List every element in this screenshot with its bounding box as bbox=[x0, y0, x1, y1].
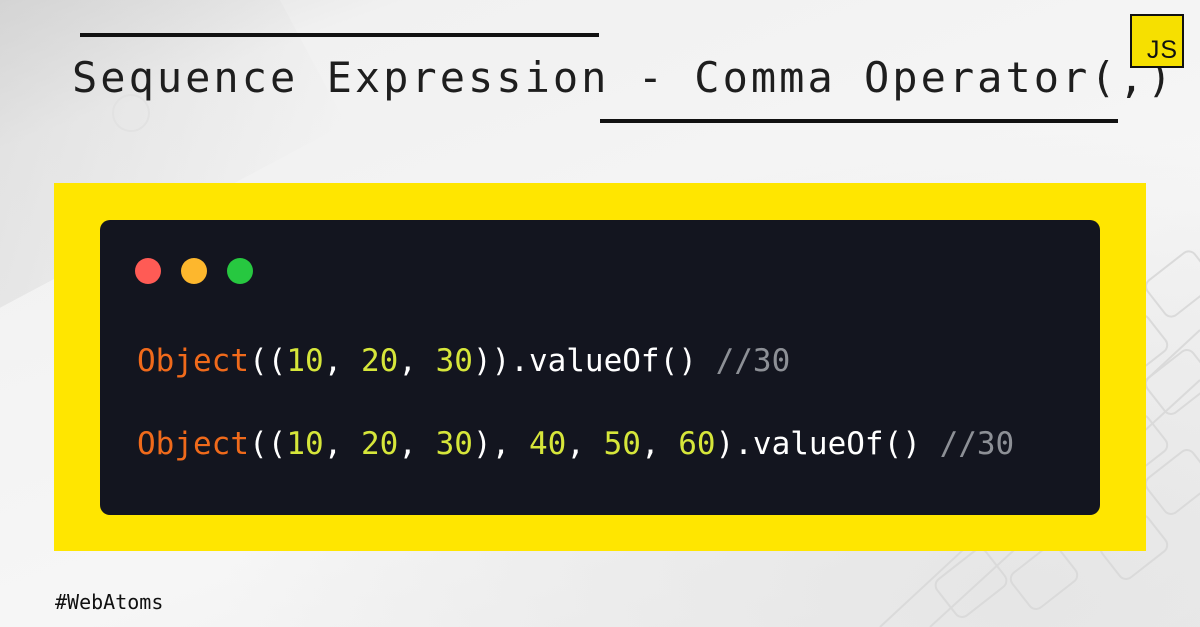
code-punctuation: , bbox=[566, 426, 604, 462]
code-punctuation: ).valueOf() bbox=[715, 426, 940, 462]
code-number: 10 bbox=[286, 426, 324, 462]
code-line-2: Object((10, 20, 30), 40, 50, 60).valueOf… bbox=[137, 424, 1014, 464]
code-keyword: Object bbox=[137, 426, 249, 462]
code-punctuation: , bbox=[323, 343, 361, 379]
code-punctuation: , bbox=[323, 426, 361, 462]
code-punctuation: , bbox=[398, 426, 436, 462]
code-line-1: Object((10, 20, 30)).valueOf() //30 bbox=[137, 341, 790, 381]
code-number: 60 bbox=[678, 426, 716, 462]
page-title: Sequence Expression - Comma Operator(,) bbox=[72, 53, 1176, 102]
code-number: 30 bbox=[435, 426, 473, 462]
hashtag-label: #WebAtoms bbox=[55, 590, 164, 614]
code-number: 50 bbox=[603, 426, 641, 462]
code-number: 20 bbox=[360, 343, 399, 379]
title-underline-bottom bbox=[600, 119, 1118, 123]
code-number: 20 bbox=[360, 426, 399, 462]
code-punctuation: , bbox=[398, 343, 436, 379]
code-number: 40 bbox=[528, 426, 567, 462]
title-underline-top bbox=[80, 33, 599, 37]
code-punctuation: )).valueOf() bbox=[472, 343, 716, 379]
js-logo-text: JS bbox=[1146, 36, 1178, 64]
window-close-dot bbox=[135, 258, 161, 284]
code-number: 10 bbox=[286, 343, 324, 379]
code-punctuation: , bbox=[640, 426, 679, 462]
window-minimize-dot bbox=[181, 258, 207, 284]
code-punctuation: (( bbox=[248, 426, 287, 462]
code-number: 30 bbox=[435, 343, 473, 379]
code-punctuation: (( bbox=[248, 343, 287, 379]
code-comment: //30 bbox=[939, 426, 1015, 462]
window-maximize-dot bbox=[227, 258, 253, 284]
code-keyword: Object bbox=[137, 343, 249, 379]
code-punctuation: ), bbox=[472, 426, 529, 462]
code-comment: //30 bbox=[715, 343, 791, 379]
js-logo: JS bbox=[1130, 14, 1184, 68]
